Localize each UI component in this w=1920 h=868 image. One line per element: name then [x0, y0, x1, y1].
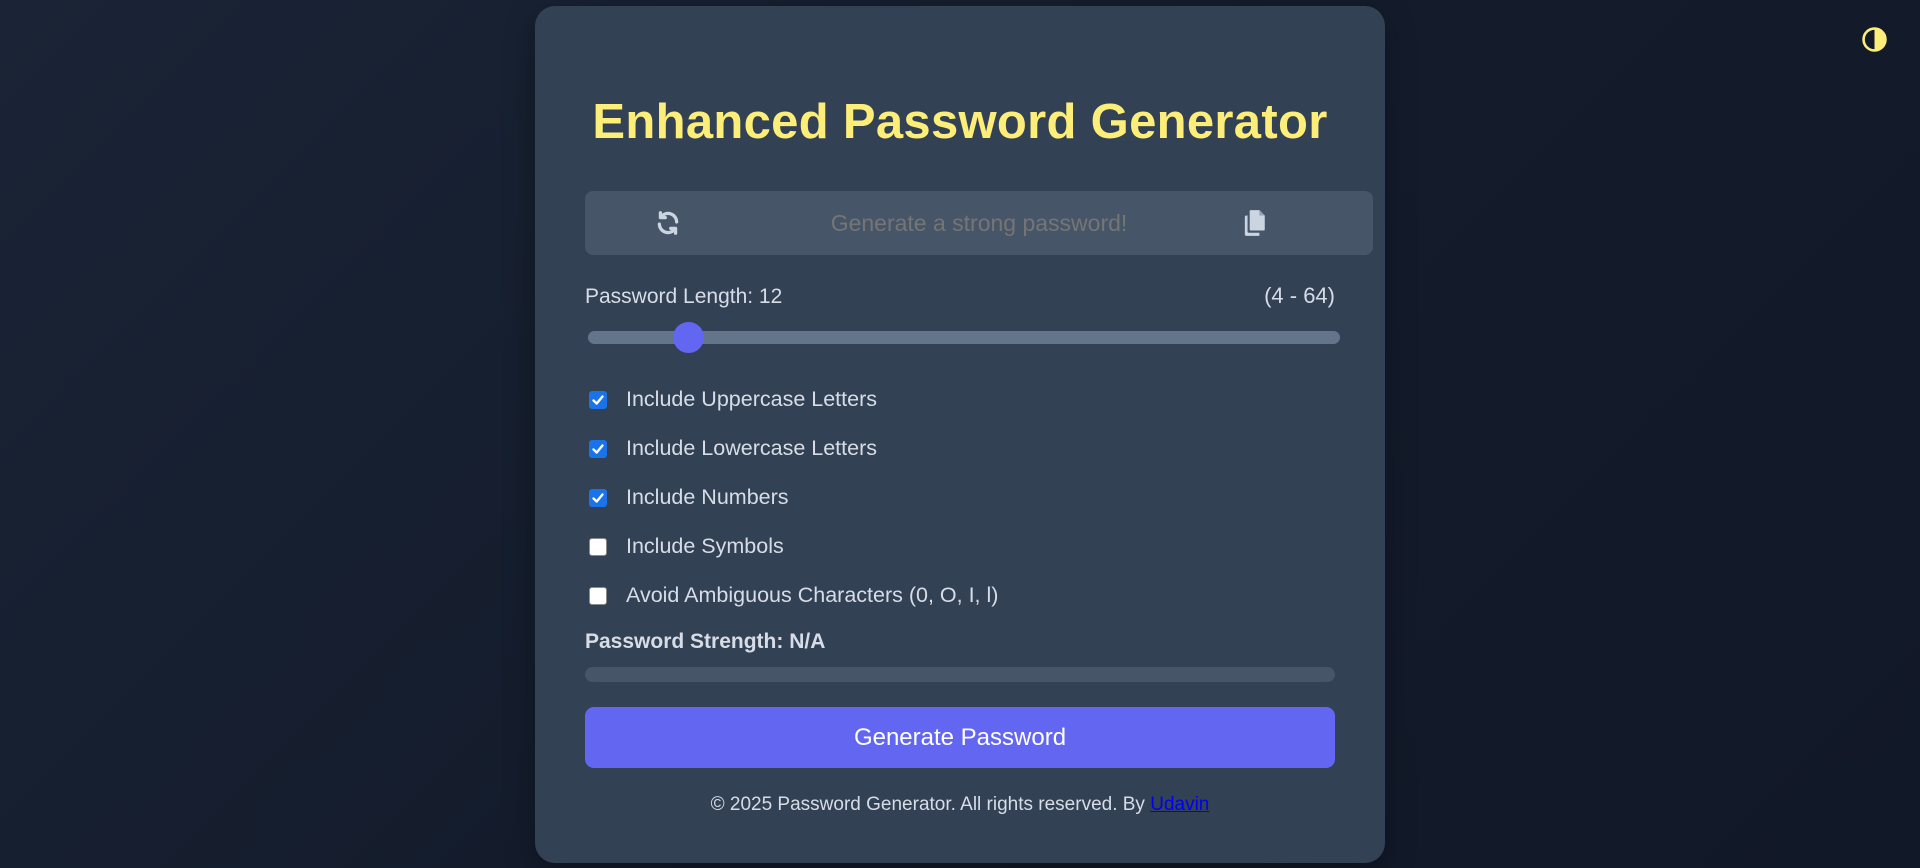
length-slider[interactable] [588, 322, 1340, 353]
option-checkbox[interactable] [589, 439, 607, 458]
page-title: Enhanced Password Generator [592, 95, 1328, 149]
strength-meter [585, 667, 1335, 682]
options-list: Include Uppercase Letters Include Lowerca… [585, 375, 998, 620]
option-row: Include Symbols [585, 522, 998, 571]
option-row: Avoid Ambiguous Characters (0, O, I, l) [585, 571, 998, 620]
length-slider-thumb[interactable] [673, 322, 705, 353]
option-label[interactable]: Avoid Ambiguous Characters (0, O, I, l) [626, 583, 998, 608]
author-link[interactable]: Udavin [1150, 794, 1209, 815]
option-row: Include Uppercase Letters [585, 375, 998, 424]
generator-card: Enhanced Password Generator Password Len… [535, 6, 1385, 863]
refresh-icon [657, 211, 679, 235]
password-display [585, 191, 1373, 255]
generate-password-button[interactable]: Generate Password [585, 707, 1335, 768]
contrast-icon [1862, 27, 1887, 52]
option-checkbox[interactable] [589, 488, 607, 507]
footer-text: © 2025 Password Generator. All rights re… [710, 794, 1151, 815]
checkmark-icon [592, 394, 604, 405]
option-row: Include Numbers [585, 473, 998, 522]
length-range-text: (4 - 64) [1264, 283, 1335, 308]
option-label[interactable]: Include Symbols [626, 534, 784, 559]
option-label[interactable]: Include Lowercase Letters [626, 436, 877, 461]
checkmark-icon [592, 492, 604, 503]
checkmark-icon [592, 443, 604, 454]
password-output-field[interactable] [725, 191, 1233, 255]
strength-label: Password Strength: N/A [585, 630, 826, 653]
copy-icon [1244, 210, 1265, 236]
option-checkbox[interactable] [589, 390, 607, 409]
option-checkbox[interactable] [589, 537, 607, 556]
length-label: Password Length: 12 [585, 285, 783, 308]
option-label[interactable]: Include Numbers [626, 485, 789, 510]
option-label[interactable]: Include Uppercase Letters [626, 387, 877, 412]
theme-toggle-button[interactable] [1862, 27, 1887, 52]
option-row: Include Lowercase Letters [585, 424, 998, 473]
footer: © 2025 Password Generator. All rights re… [535, 794, 1385, 816]
copy-button[interactable] [1239, 207, 1269, 239]
option-checkbox[interactable] [589, 586, 607, 605]
refresh-button[interactable] [653, 208, 683, 238]
